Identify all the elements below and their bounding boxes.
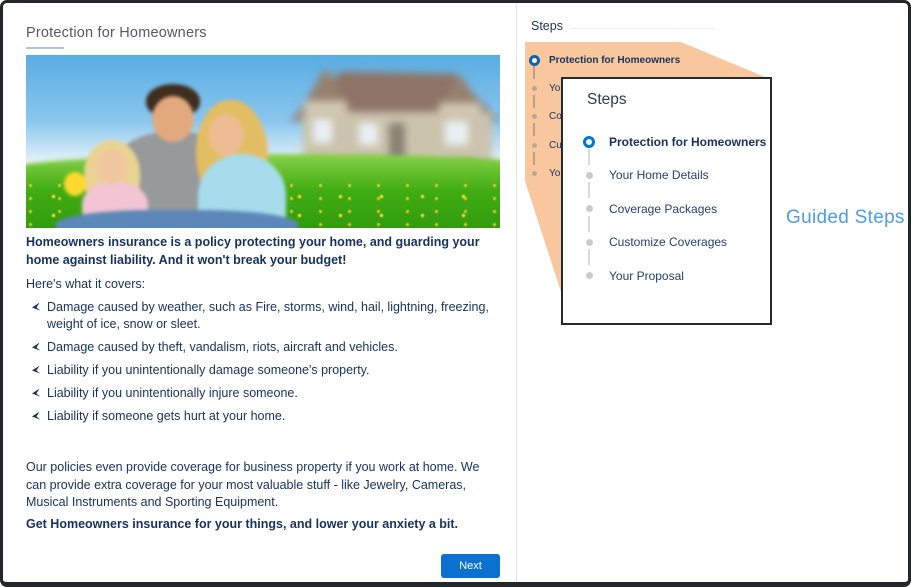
step-item: Your Proposal (581, 259, 766, 293)
next-button[interactable]: Next (441, 554, 500, 578)
step-marker-icon (527, 160, 541, 188)
page-title: Protection for Homeowners (26, 25, 207, 41)
list-item: Liability if you unintentionally damage … (32, 362, 500, 379)
title-underline (26, 47, 64, 49)
step-item: Your Home Details (581, 159, 766, 193)
panel-divider (516, 3, 517, 582)
step-label: Your Proposal (609, 269, 684, 283)
family-house-photo (26, 55, 500, 228)
list-item: Liability if someone gets hurt at your h… (32, 408, 500, 425)
steps-heading-rule (572, 28, 714, 29)
arrow-bullet-icon (32, 389, 41, 399)
guided-steps-annotation: Guided Steps (786, 207, 905, 229)
step-label: Protection for Homeowners (549, 55, 680, 66)
step-item[interactable]: Protection for Homeowners (527, 46, 680, 74)
arrow-bullet-icon (32, 303, 41, 313)
callout-heading: Steps (587, 91, 627, 109)
arrow-bullet-icon (32, 366, 41, 376)
family-illustration (56, 84, 306, 228)
list-item-text: Liability if you unintentionally damage … (47, 362, 369, 379)
list-item-text: Damage caused by weather, such as Fire, … (47, 299, 500, 333)
arrow-bullet-icon (32, 343, 41, 353)
callout-steps-list: Protection for Homeowners Your Home Deta… (581, 125, 766, 293)
business-paragraph: Our policies even provide coverage for b… (26, 459, 496, 512)
closing-paragraph: Get Homeowners insurance for your things… (26, 517, 500, 531)
step-marker-icon (581, 259, 597, 293)
intro-paragraph: Homeowners insurance is a policy protect… (26, 234, 502, 269)
step-item: Protection for Homeowners (581, 125, 766, 159)
step-item: Customize Coverages (581, 226, 766, 260)
step-label: Coverage Packages (609, 202, 717, 216)
coverage-list: Damage caused by weather, such as Fire, … (32, 299, 500, 431)
step-item: Coverage Packages (581, 192, 766, 226)
list-item-text: Liability if you unintentionally injure … (47, 385, 298, 402)
arrow-bullet-icon (32, 412, 41, 422)
app-window: Protection for Homeowners Homeowners ins… (0, 0, 911, 587)
steps-panel-heading: Steps (531, 19, 563, 33)
list-item-text: Damage caused by theft, vandalism, riots… (47, 339, 398, 356)
list-item-text: Liability if someone gets hurt at your h… (47, 408, 285, 425)
covers-heading: Here's what it covers: (26, 277, 500, 291)
list-item: Liability if you unintentionally injure … (32, 385, 500, 402)
magnified-steps-callout: Steps Protection for Homeowners Your Hom… (561, 77, 772, 325)
list-item: Damage caused by theft, vandalism, riots… (32, 339, 500, 356)
step-label: Protection for Homeowners (609, 135, 766, 149)
step-label: Customize Coverages (609, 235, 727, 249)
step-label: Your Home Details (609, 168, 709, 182)
list-item: Damage caused by weather, such as Fire, … (32, 299, 500, 333)
